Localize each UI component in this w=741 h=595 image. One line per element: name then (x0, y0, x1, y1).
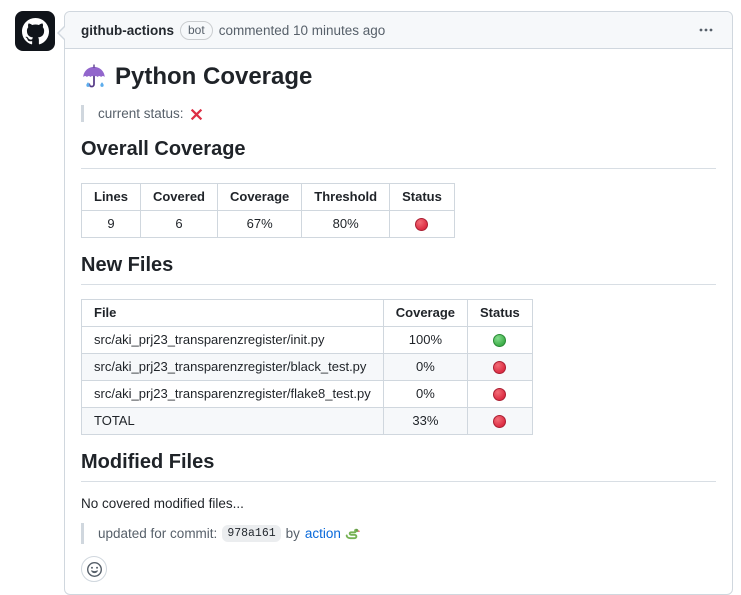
snake-icon (344, 526, 360, 541)
new-files-heading: New Files (81, 254, 716, 285)
status-circle-icon (493, 415, 506, 428)
comment-card: github-actions bot commented 10 minutes … (64, 11, 733, 595)
coverage-value: 33% (383, 408, 467, 435)
status-circle-icon (493, 361, 506, 374)
file-path: src/aki_prj23_transparenzregister/init.p… (82, 327, 384, 354)
threshold-value: 80% (302, 211, 390, 238)
col-coverage: Coverage (218, 184, 302, 211)
kebab-horizontal-icon (698, 22, 714, 38)
lines-value: 9 (82, 211, 141, 238)
comment-timeline: github-actions bot commented 10 minutes … (15, 11, 733, 595)
cross-mark-icon (190, 108, 203, 121)
col-coverage: Coverage (383, 300, 467, 327)
bot-badge: bot (180, 21, 213, 40)
comment-author[interactable]: github-actions (81, 23, 174, 38)
coverage-value: 100% (383, 327, 467, 354)
file-path: src/aki_prj23_transparenzregister/flake8… (82, 381, 384, 408)
table-row: src/aki_prj23_transparenzregister/init.p… (82, 327, 533, 354)
col-status: Status (390, 184, 455, 211)
new-files-table: File Coverage Status src/aki_prj23_trans… (81, 299, 533, 435)
status-circle-icon (415, 218, 428, 231)
table-row: src/aki_prj23_transparenzregister/flake8… (82, 381, 533, 408)
no-modified-files-text: No covered modified files... (81, 496, 716, 511)
umbrella-icon (81, 64, 107, 90)
status-circle-icon (493, 334, 506, 347)
col-threshold: Threshold (302, 184, 390, 211)
table-header-row: Lines Covered Coverage Threshold Status (82, 184, 455, 211)
col-lines: Lines (82, 184, 141, 211)
github-actions-avatar[interactable] (15, 11, 55, 51)
comment-header: github-actions bot commented 10 minutes … (65, 12, 732, 49)
modified-files-heading: Modified Files (81, 451, 716, 482)
covered-value: 6 (140, 211, 217, 238)
comment-options-button[interactable] (696, 20, 716, 40)
page: github-actions bot commented 10 minutes … (0, 0, 741, 589)
table-row: 9 6 67% 80% (82, 211, 455, 238)
col-file: File (82, 300, 384, 327)
table-header-row: File Coverage Status (82, 300, 533, 327)
table-row-total: TOTAL 33% (82, 408, 533, 435)
overall-coverage-heading: Overall Coverage (81, 138, 716, 169)
octocat-icon (22, 18, 49, 45)
file-path: src/aki_prj23_transparenzregister/black_… (82, 354, 384, 381)
commit-sha[interactable]: 978a161 (222, 525, 280, 542)
col-status: Status (468, 300, 533, 327)
comment-timestamp[interactable]: commented 10 minutes ago (219, 23, 386, 38)
action-link[interactable]: action (305, 526, 341, 541)
col-covered: Covered (140, 184, 217, 211)
current-status-label: current status: (98, 106, 184, 121)
smiley-icon (87, 562, 102, 577)
status-circle-icon (493, 388, 506, 401)
table-row: src/aki_prj23_transparenzregister/black_… (82, 354, 533, 381)
add-reaction-button[interactable] (81, 556, 107, 582)
coverage-title-text: Python Coverage (115, 63, 312, 91)
commit-note-quote: updated for commit: 978a161 by action (81, 523, 716, 544)
total-label: TOTAL (82, 408, 384, 435)
overall-coverage-table: Lines Covered Coverage Threshold Status … (81, 183, 455, 238)
coverage-value: 0% (383, 381, 467, 408)
comment-body: Python Coverage current status: Overall … (65, 49, 732, 594)
coverage-title: Python Coverage (81, 63, 716, 91)
commit-note-by: by (286, 526, 300, 541)
commit-note-prefix: updated for commit: (98, 526, 217, 541)
coverage-value: 67% (218, 211, 302, 238)
coverage-value: 0% (383, 354, 467, 381)
current-status-quote: current status: (81, 105, 716, 122)
